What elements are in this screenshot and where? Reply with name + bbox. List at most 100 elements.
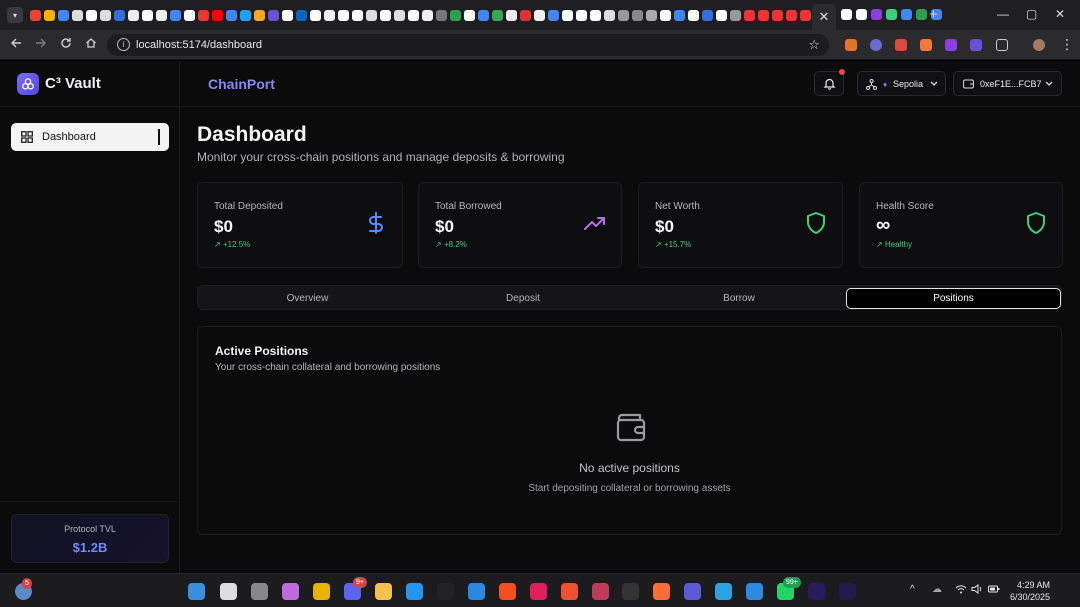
- telegram-icon[interactable]: [715, 583, 732, 600]
- tab-favicon-icon[interactable]: [901, 9, 912, 20]
- tab-favicon-icon[interactable]: [674, 9, 685, 21]
- tab-deposit[interactable]: Deposit: [415, 288, 631, 309]
- home-button[interactable]: [85, 37, 97, 52]
- tab-favicon-icon[interactable]: [534, 9, 545, 21]
- tab-favicon-icon[interactable]: [44, 9, 55, 21]
- tab-favicon-icon[interactable]: [226, 9, 237, 21]
- tab-favicon-icon[interactable]: [786, 9, 797, 21]
- tab-favicon-icon[interactable]: [520, 9, 531, 21]
- sidebar-item-dashboard[interactable]: Dashboard: [11, 123, 169, 151]
- tab-favicon-icon[interactable]: [86, 9, 97, 21]
- tab-favicon-icon[interactable]: [856, 9, 867, 20]
- tab-favicon-icon[interactable]: [156, 9, 167, 21]
- search-icon[interactable]: [220, 583, 237, 600]
- tab-favicon-icon[interactable]: [170, 9, 181, 21]
- tab-search-chevron-icon[interactable]: ▾: [7, 7, 23, 23]
- terminal-icon[interactable]: [592, 583, 609, 600]
- tab-favicon-icon[interactable]: [352, 9, 363, 21]
- tab-favicon-icon[interactable]: [744, 9, 755, 21]
- tab-favicon-icon[interactable]: [408, 9, 419, 21]
- start-icon[interactable]: [188, 583, 205, 600]
- tab-favicon-icon[interactable]: [562, 9, 573, 21]
- tab-favicon-icon[interactable]: [730, 9, 741, 21]
- tab-favicon-icon[interactable]: [716, 9, 727, 21]
- tab-favicon-icon[interactable]: [758, 9, 769, 21]
- file-explorer-icon[interactable]: [375, 583, 392, 600]
- tab-favicon-icon[interactable]: [366, 9, 377, 21]
- tab-favicon-icon[interactable]: [506, 9, 517, 21]
- tab-favicon-icon[interactable]: [632, 9, 643, 21]
- slack-icon[interactable]: [530, 583, 547, 600]
- close-window-button[interactable]: ✕: [1055, 7, 1065, 21]
- extensions-puzzle-icon[interactable]: [996, 39, 1008, 51]
- bookmark-star-icon[interactable]: ☆: [808, 37, 820, 53]
- tab-favicon-icon[interactable]: [618, 9, 629, 21]
- tab-overview[interactable]: Overview: [200, 288, 415, 309]
- network-selector[interactable]: ♦ Sepolia: [857, 71, 946, 96]
- site-info-icon[interactable]: i: [117, 38, 130, 51]
- tab-positions[interactable]: Positions: [846, 288, 1061, 309]
- tab-favicon-icon[interactable]: [646, 9, 657, 21]
- address-bar[interactable]: i localhost:5174/dashboard ☆: [107, 34, 829, 56]
- tab-favicon-icon[interactable]: [184, 9, 195, 21]
- maximize-button[interactable]: ▢: [1026, 7, 1037, 21]
- wifi-icon[interactable]: [955, 584, 967, 597]
- extension-icon[interactable]: [870, 39, 882, 51]
- profile-avatar[interactable]: [1033, 39, 1045, 51]
- tab-favicon-icon[interactable]: [72, 9, 83, 21]
- pinned-tabs[interactable]: [29, 0, 829, 30]
- tab-favicon-icon[interactable]: [436, 9, 447, 21]
- copilot-icon[interactable]: [282, 583, 299, 600]
- after-effects-icon[interactable]: [839, 583, 856, 600]
- tab-favicon-icon[interactable]: [702, 9, 713, 21]
- tab-favicon-icon[interactable]: [916, 9, 927, 20]
- tab-favicon-icon[interactable]: [142, 9, 153, 21]
- task-view-icon[interactable]: [251, 583, 268, 600]
- forward-button[interactable]: [35, 37, 47, 52]
- tab-favicon-icon[interactable]: [30, 9, 41, 21]
- extension-icon[interactable]: [945, 39, 957, 51]
- premiere-icon[interactable]: [808, 583, 825, 600]
- git-icon[interactable]: [561, 583, 578, 600]
- tab-favicon-icon[interactable]: [114, 9, 125, 21]
- tab-favicon-icon[interactable]: [548, 9, 559, 21]
- system-clock[interactable]: 4:29 AM 6/30/2025: [1010, 579, 1050, 603]
- new-tab-button[interactable]: +: [929, 6, 938, 23]
- tab-favicon-icon[interactable]: [310, 9, 321, 21]
- volume-icon[interactable]: [971, 584, 983, 597]
- docker-icon[interactable]: [406, 583, 423, 600]
- tab-favicon-icon[interactable]: [576, 9, 587, 21]
- wallet-button[interactable]: 0xeF1E...FCB7: [953, 71, 1062, 96]
- app-icon[interactable]: [746, 583, 763, 600]
- url-text[interactable]: localhost:5174/dashboard: [136, 39, 262, 51]
- tab-favicon-icon[interactable]: [688, 9, 699, 21]
- tab-favicon-icon[interactable]: [422, 9, 433, 21]
- tab-favicon-icon[interactable]: [394, 9, 405, 21]
- tab-favicon-icon[interactable]: [841, 9, 852, 20]
- tab-favicon-icon[interactable]: [338, 9, 349, 21]
- tab-favicon-icon[interactable]: [254, 9, 265, 21]
- tab-favicon-icon[interactable]: [800, 9, 811, 21]
- metamask-extension-icon[interactable]: [845, 39, 857, 51]
- tab-favicon-icon[interactable]: [296, 9, 307, 21]
- chrome-icon[interactable]: [313, 583, 330, 600]
- tab-favicon-icon[interactable]: [871, 9, 882, 20]
- tab-favicon-icon[interactable]: [604, 9, 615, 21]
- tab-favicon-icon[interactable]: [464, 9, 475, 21]
- terminal-icon[interactable]: [622, 583, 639, 600]
- tab-favicon-icon[interactable]: [450, 9, 461, 21]
- reload-button[interactable]: [60, 37, 72, 52]
- browser-menu-icon[interactable]: ⋮: [1060, 36, 1074, 53]
- tab-favicon-icon[interactable]: [128, 9, 139, 21]
- extension-icon[interactable]: [920, 39, 932, 51]
- tab-favicon-icon[interactable]: [100, 9, 111, 21]
- battery-icon[interactable]: [988, 584, 1000, 597]
- tab-favicon-icon[interactable]: [886, 9, 897, 20]
- active-tab[interactable]: ✕: [812, 4, 836, 30]
- back-button[interactable]: [10, 37, 22, 52]
- tab-favicon-icon[interactable]: [492, 9, 503, 21]
- extension-icon[interactable]: [970, 39, 982, 51]
- tab-favicon-icon[interactable]: [240, 9, 251, 21]
- extension-icon[interactable]: [895, 39, 907, 51]
- tab-favicon-icon[interactable]: [590, 9, 601, 21]
